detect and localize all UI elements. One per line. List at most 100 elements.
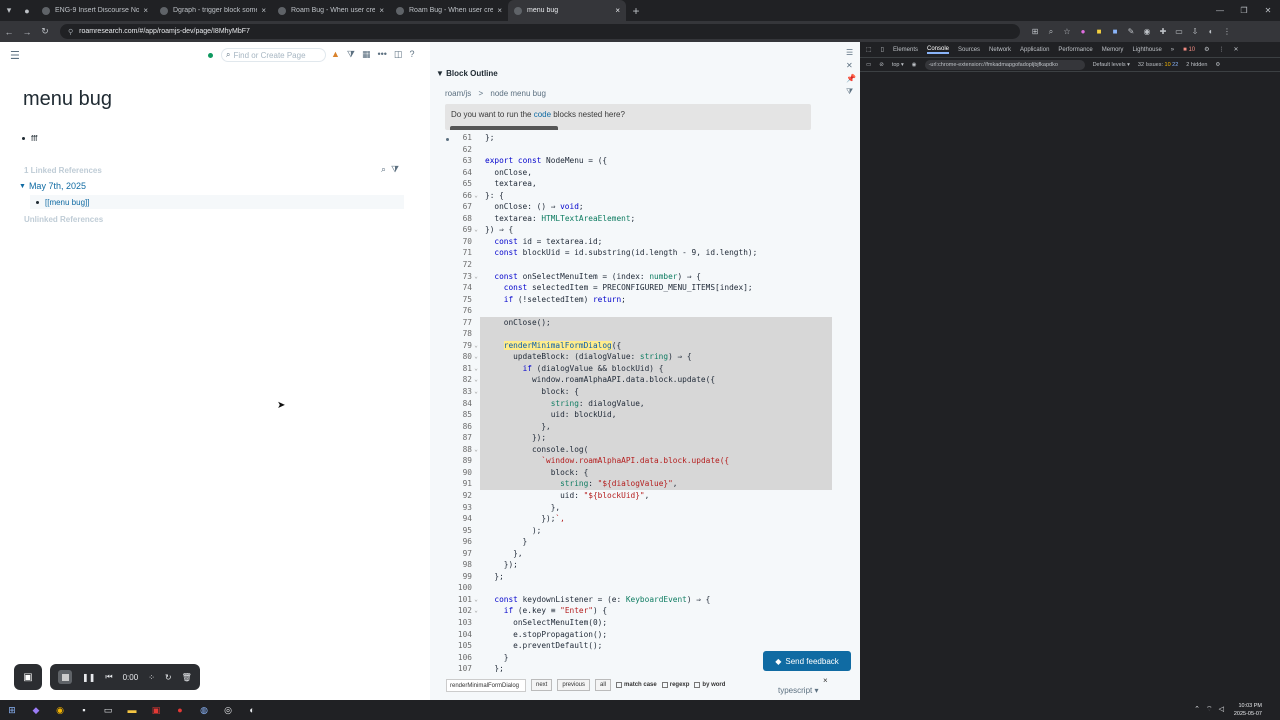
extension-icon[interactable]: ● <box>1078 27 1088 37</box>
sidebar-icon[interactable]: ▭ <box>866 62 871 68</box>
settings-gear-icon[interactable]: ⚙ <box>1215 62 1220 68</box>
browser-tab[interactable]: Roam Bug - When user create × <box>390 0 508 21</box>
search-input[interactable]: ⌕ Find or Create Page <box>221 48 326 62</box>
levels-select[interactable]: Default levels ▾ <box>1093 62 1130 68</box>
issues-badge[interactable]: ■ 10 <box>1183 47 1195 53</box>
code-line[interactable]: 62 <box>444 144 832 156</box>
reference-block-text[interactable]: [[menu bug]] <box>45 198 89 207</box>
fold-toggle-icon[interactable]: ⌄ <box>472 340 480 352</box>
reference-date[interactable]: May 7th, 2025 <box>29 181 86 191</box>
page-title[interactable]: menu bug <box>23 88 112 111</box>
code-line[interactable]: 82 ⌄ window.roamAlphaAPI.data.block.updat… <box>444 374 832 387</box>
browser-tab[interactable]: Dgraph - trigger block someth × <box>154 0 272 21</box>
code-line[interactable]: 84 string: dialogValue, <box>444 397 832 410</box>
find-input[interactable]: renderMinimalFormDialog <box>446 678 526 692</box>
send-feedback-button[interactable]: ◆ Send feedback <box>763 651 851 671</box>
redo-icon[interactable]: ↻ <box>165 673 172 682</box>
tab-close-icon[interactable]: × <box>497 6 502 15</box>
block-text[interactable]: fff <box>31 134 37 143</box>
volume-icon[interactable]: ◁ <box>1219 705 1224 714</box>
extension-icon[interactable]: ■ <box>1110 27 1120 37</box>
fold-toggle-icon[interactable]: ⌄ <box>472 271 480 283</box>
forward-icon[interactable]: → <box>18 27 36 37</box>
code-line[interactable]: 76 <box>444 305 832 317</box>
code-line[interactable]: 100 <box>444 582 832 594</box>
tab-close-icon[interactable]: × <box>379 6 384 15</box>
reload-icon[interactable]: ↻ <box>36 26 54 37</box>
download-icon[interactable]: ⇩ <box>1190 27 1200 37</box>
code-line[interactable]: 69 ⌄}) ⇒ { <box>444 224 832 236</box>
extension-icon[interactable]: ■ <box>1094 27 1104 37</box>
windows-start-icon[interactable]: ⊞ <box>0 705 24 716</box>
search-icon[interactable]: ⌕ <box>381 164 386 175</box>
context-select[interactable]: top ▾ <box>892 62 904 68</box>
profile-icon[interactable]: ◐ <box>1206 27 1216 37</box>
settings-gear-icon[interactable]: ⚙ <box>1204 46 1209 53</box>
extension-icon[interactable]: ✎ <box>1126 27 1136 37</box>
camera-icon[interactable]: ▣ <box>14 664 42 690</box>
code-line[interactable]: 63 export const NodeMenu = ({ <box>444 155 832 167</box>
devtools-tab-active[interactable]: Console <box>927 46 950 54</box>
block-bullet[interactable] <box>36 200 39 204</box>
device-toolbar-icon[interactable]: ▯ <box>881 46 884 53</box>
more-tabs-icon[interactable]: » <box>1171 47 1174 53</box>
code-line[interactable]: 103 onSelectMenuItem(0); <box>444 617 832 629</box>
find-previous-button[interactable]: previous <box>557 679 591 691</box>
restart-icon[interactable]: ⏮ <box>105 672 112 682</box>
code-editor[interactable]: 61}; 62 63 export const NodeMenu = ({64 onC… <box>444 132 832 672</box>
tab-close-icon[interactable]: × <box>615 6 620 15</box>
devtools-tab[interactable]: Application <box>1020 47 1049 53</box>
system-clock[interactable]: 10:03 PM 2025-05-07 <box>1234 702 1262 718</box>
regexp-checkbox[interactable]: regexp <box>661 682 689 688</box>
code-line[interactable]: 71 const blockUid = id.substring(id.leng… <box>444 247 832 259</box>
code-line[interactable]: 101 ⌄ const keydownListener = (e: Keyboar… <box>444 594 832 606</box>
restore-icon[interactable]: ❐ <box>1232 0 1256 21</box>
run-button[interactable] <box>450 126 558 130</box>
fold-toggle-icon[interactable]: ⌄ <box>472 594 480 606</box>
caret-down-icon[interactable]: ▼ <box>19 183 26 190</box>
code-line[interactable]: 86 }, <box>444 420 832 433</box>
menu-hamburger-icon[interactable]: ☰ <box>10 49 20 62</box>
code-line[interactable]: 67 onClose: () ⇒ void; <box>444 201 832 213</box>
code-line[interactable]: 78 <box>444 328 832 340</box>
fold-toggle-icon[interactable]: ⌄ <box>472 351 480 363</box>
tab-close-icon[interactable]: × <box>143 6 148 15</box>
fold-toggle-icon[interactable]: ⌄ <box>472 224 480 236</box>
inspect-icon[interactable]: ⬚ <box>866 46 872 53</box>
sidebar-menu-icon[interactable]: ☰ <box>846 48 856 57</box>
code-line[interactable]: 64 onClose, <box>444 167 832 179</box>
code-line[interactable]: 83 ⌄ block: { <box>444 386 832 398</box>
filter-icon[interactable]: ⧩ <box>347 49 355 60</box>
fold-toggle-icon[interactable]: ⌄ <box>472 444 480 456</box>
terminal-icon[interactable]: ▭ <box>96 705 120 716</box>
code-line[interactable]: 81 ⌄ if (dialogValue && blockUid) { <box>444 362 832 375</box>
close-icon[interactable]: ✕ <box>1234 46 1239 53</box>
app-icon[interactable]: ▪ <box>72 705 96 715</box>
menu-icon[interactable]: ⋮ <box>1222 27 1232 37</box>
code-line[interactable]: 87 }); <box>444 432 832 444</box>
sidebar-toggle-icon[interactable]: ◫ <box>394 49 403 60</box>
code-line[interactable]: 96 } <box>444 536 832 548</box>
bookmark-star-icon[interactable]: ☆ <box>1062 27 1072 37</box>
app-icon[interactable]: ◆ <box>24 705 48 716</box>
chrome-icon[interactable]: ◉ <box>48 705 72 716</box>
code-line[interactable]: 80 ⌄ updateBlock: (dialogValue: string) ⇒… <box>444 351 832 363</box>
tab-close-icon[interactable]: × <box>261 6 266 15</box>
browser-tab-active[interactable]: menu bug × <box>508 0 626 21</box>
unlinked-references-heading[interactable]: Unlinked References <box>24 215 103 224</box>
minimize-icon[interactable]: — <box>1208 0 1232 21</box>
code-line[interactable]: 75 if (!selectedItem) return; <box>444 294 832 306</box>
browser-tab[interactable]: ENG-9 Insert Discourse Node × <box>36 0 154 21</box>
new-tab-button[interactable]: + <box>626 4 646 18</box>
filter-icon[interactable]: ⧩ <box>391 164 399 175</box>
network-icon[interactable]: ⌔ <box>1206 705 1213 714</box>
devtools-tab[interactable]: Memory <box>1102 47 1124 53</box>
warning-icon[interactable]: ▲ <box>331 49 340 60</box>
install-app-icon[interactable]: ⊞ <box>1030 27 1040 37</box>
app-icon[interactable]: ● <box>168 705 192 715</box>
devtools-tab[interactable]: Sources <box>958 47 980 53</box>
fold-toggle-icon[interactable]: ⌄ <box>472 605 480 617</box>
code-line[interactable]: 85 uid: blockUid, <box>444 409 832 421</box>
trash-icon[interactable]: 🗑 <box>182 673 192 682</box>
code-line[interactable]: 91 string: "${dialogValue}", <box>444 478 832 490</box>
